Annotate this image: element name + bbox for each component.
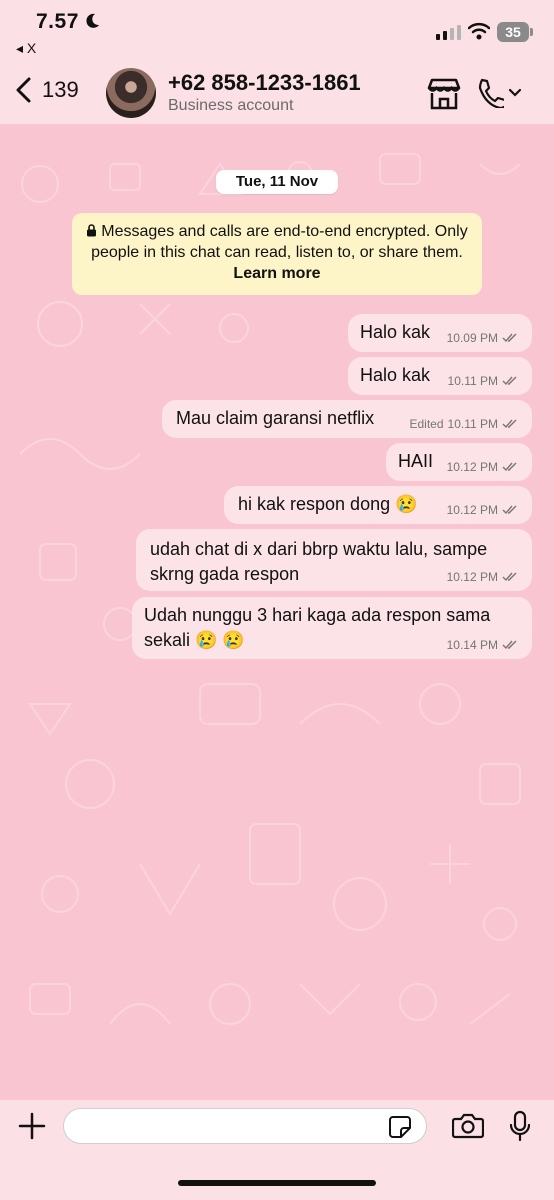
top-bar: 7.57 ◂ X 35 139 +62 858-1233-1861 Busine… <box>0 0 554 124</box>
wifi-icon <box>468 23 490 40</box>
message-meta: Edited 10.11 PM <box>409 417 518 431</box>
message-text: Halo kak <box>360 322 431 342</box>
back-chevron-icon <box>16 77 31 103</box>
double-check-icon <box>502 572 517 582</box>
phone-icon <box>478 78 504 108</box>
message-time: 10.12 PM <box>446 570 498 584</box>
back-to-app-link[interactable]: ◂ X <box>16 40 36 57</box>
avatar[interactable] <box>106 68 156 118</box>
message-time: 10.11 PM <box>447 417 498 431</box>
message-text: Mau claim garansi netflix <box>176 408 375 428</box>
message-time: 10.12 PM <box>446 503 498 517</box>
double-check-icon <box>502 376 517 386</box>
message-bubble[interactable]: Halo kak 10.09 PM <box>348 314 532 352</box>
message-text: hi kak respon dong 😢 <box>238 494 418 514</box>
message-meta: 10.12 PM <box>447 460 518 474</box>
message-bubble[interactable]: Mau claim garansi netflix Edited 10.11 PM <box>162 400 532 438</box>
message-time: 10.14 PM <box>446 638 498 652</box>
mic-icon[interactable] <box>509 1110 531 1142</box>
double-check-icon <box>502 419 517 429</box>
status-time: 7.57 <box>36 10 79 33</box>
message-time: 10.12 PM <box>446 460 498 474</box>
message-text: HAII <box>398 451 434 471</box>
contact-name[interactable]: +62 858-1233-1861 <box>168 70 361 96</box>
message-input[interactable] <box>63 1108 427 1144</box>
chat-screen: 7.57 ◂ X 35 139 +62 858-1233-1861 Busine… <box>0 0 554 1200</box>
message-meta: 10.09 PM <box>447 331 518 345</box>
call-button[interactable] <box>476 78 522 108</box>
message-meta: 10.12 PM <box>447 570 518 584</box>
chevron-down-icon <box>508 88 522 97</box>
learn-more-link[interactable]: Learn more <box>233 265 320 282</box>
message-bubble[interactable]: udah chat di x dari bbrp waktu lalu, sam… <box>136 529 532 591</box>
store-icon[interactable] <box>426 78 462 110</box>
contact-subtitle: Business account <box>168 97 294 114</box>
edited-label: Edited <box>409 417 444 431</box>
signal-icon <box>436 25 461 40</box>
moon-icon <box>86 13 99 28</box>
back-button[interactable]: 139 <box>14 76 79 104</box>
double-check-icon <box>502 462 517 472</box>
sticker-icon[interactable] <box>389 1116 411 1138</box>
message-bubble[interactable]: Udah nunggu 3 hari kaga ada respon sama … <box>132 597 532 659</box>
message-meta: 10.12 PM <box>447 503 518 517</box>
message-bubble[interactable]: Halo kak 10.11 PM <box>348 357 532 395</box>
plus-icon[interactable] <box>18 1112 46 1140</box>
home-indicator[interactable] <box>178 1180 376 1186</box>
status-bar: 7.57 ◂ X 35 <box>0 0 554 56</box>
double-check-icon <box>502 505 517 515</box>
message-text: Halo kak <box>360 365 431 385</box>
encryption-text: Messages and calls are end-to-end encryp… <box>91 223 468 261</box>
double-check-icon <box>502 333 517 343</box>
message-meta: 10.11 PM <box>448 374 518 388</box>
message-meta: 10.14 PM <box>447 638 518 652</box>
message-bubble[interactable]: hi kak respon dong 😢 10.12 PM <box>224 486 532 524</box>
date-chip: Tue, 11 Nov <box>216 170 338 194</box>
double-check-icon <box>502 640 517 650</box>
message-bubble[interactable]: HAII 10.12 PM <box>386 443 532 481</box>
battery-icon: 35 <box>497 22 529 42</box>
battery-tip <box>530 28 533 36</box>
lock-icon <box>87 224 97 237</box>
encryption-notice[interactable]: Messages and calls are end-to-end encryp… <box>72 213 482 295</box>
unread-count: 139 <box>42 77 79 102</box>
message-time: 10.11 PM <box>447 374 498 388</box>
camera-icon[interactable] <box>452 1113 484 1139</box>
message-time: 10.09 PM <box>446 331 498 345</box>
